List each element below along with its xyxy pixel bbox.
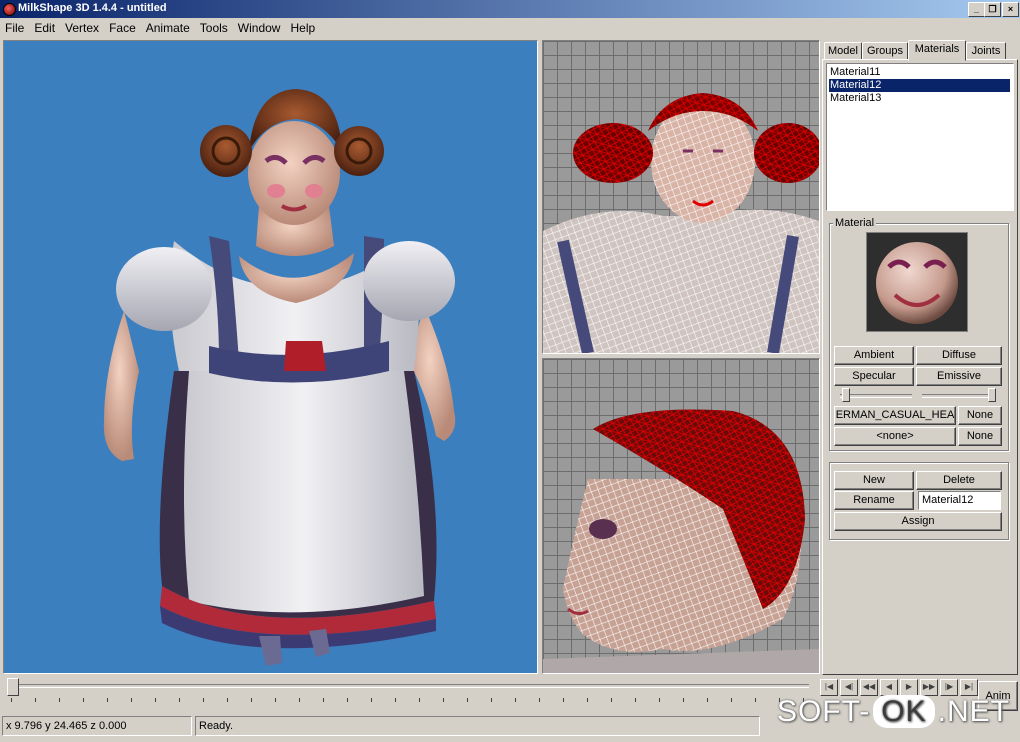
app-icon[interactable] xyxy=(3,3,16,16)
texture-sphere-preview xyxy=(876,242,958,324)
tab-joints[interactable]: Joints xyxy=(966,42,1006,60)
emissive-button[interactable]: Emissive xyxy=(916,367,1002,386)
maximize-button[interactable]: ❐ xyxy=(984,2,1001,17)
new-material-button[interactable]: New xyxy=(834,471,914,490)
first-frame-icon[interactable]: |◀ xyxy=(820,679,838,696)
viewport-front-wireframe[interactable] xyxy=(542,40,820,354)
watermark-mid: OK xyxy=(873,695,935,728)
watermark-logo: SOFT- OK .NET xyxy=(777,695,1010,729)
menu-file[interactable]: File xyxy=(0,18,29,35)
menu-bar: File Edit Vertex Face Animate Tools Window Help xyxy=(0,18,1020,38)
watermark-left: SOFT- xyxy=(776,695,871,728)
texture-button[interactable]: ERMAN_CASUAL_HEA xyxy=(834,406,956,425)
viewport-side-wireframe[interactable] xyxy=(542,358,820,674)
list-item[interactable]: Material13 xyxy=(829,92,1010,105)
watermark-right: .NET xyxy=(937,695,1010,728)
timeline-thumb[interactable] xyxy=(7,678,19,696)
delete-material-button[interactable]: Delete xyxy=(916,471,1002,490)
diffuse-button[interactable]: Diffuse xyxy=(916,346,1002,365)
close-button[interactable]: × xyxy=(1002,2,1019,17)
menu-edit[interactable]: Edit xyxy=(29,18,60,35)
menu-animate[interactable]: Animate xyxy=(141,18,195,35)
tab-model[interactable]: Model xyxy=(824,42,862,60)
menu-face[interactable]: Face xyxy=(104,18,141,35)
prev-icon[interactable]: ◀ xyxy=(880,679,898,696)
next-icon[interactable]: ▶▶ xyxy=(920,679,938,696)
status-message: Ready. xyxy=(195,716,760,736)
shininess-slider[interactable] xyxy=(840,387,912,403)
coordinates-readout: x 9.796 y 24.465 z 0.000 xyxy=(2,716,192,736)
tab-materials[interactable]: Materials xyxy=(908,40,966,61)
menu-tools[interactable]: Tools xyxy=(195,18,233,35)
transparency-slider[interactable] xyxy=(922,387,996,403)
material-name-input[interactable]: Material12 xyxy=(918,491,1001,510)
last-frame-icon[interactable]: ▶| xyxy=(960,679,978,696)
minimize-button[interactable]: _ xyxy=(968,2,985,17)
panel-tabs: Model Groups Materials Joints xyxy=(822,40,1018,61)
prev-key-icon[interactable]: ◀| xyxy=(840,679,858,696)
slider-thumb[interactable] xyxy=(842,388,850,402)
character-model-render xyxy=(103,89,456,666)
list-item[interactable]: Material11 xyxy=(829,66,1010,79)
viewport-3d[interactable] xyxy=(3,40,538,674)
rename-material-button[interactable]: Rename xyxy=(834,491,914,510)
alpha-texture-none-button[interactable]: None xyxy=(958,427,1002,446)
slider-thumb[interactable] xyxy=(988,388,996,402)
material-list[interactable]: Material11 Material12 Material13 xyxy=(826,63,1014,211)
menu-window[interactable]: Window xyxy=(233,18,286,35)
alpha-texture-button[interactable]: <none> xyxy=(834,427,956,446)
material-preview xyxy=(866,232,968,332)
menu-help[interactable]: Help xyxy=(285,18,320,35)
texture-none-button[interactable]: None xyxy=(958,406,1002,425)
specular-button[interactable]: Specular xyxy=(834,367,914,386)
material-group-label: Material xyxy=(833,217,877,229)
prev-frame-icon[interactable]: ◀◀ xyxy=(860,679,878,696)
list-item-selected[interactable]: Material12 xyxy=(829,79,1010,92)
title-bar: MilkShape 3D 1.4.4 - untitled _ ❐ × xyxy=(0,0,1020,18)
assign-material-button[interactable]: Assign xyxy=(834,512,1002,531)
tab-groups[interactable]: Groups xyxy=(862,42,908,60)
ambient-button[interactable]: Ambient xyxy=(834,346,914,365)
front-wireframe-render xyxy=(543,93,819,353)
window-title: MilkShape 3D 1.4.4 - untitled xyxy=(18,2,167,14)
side-wireframe-render xyxy=(543,409,819,673)
next-key-icon[interactable]: |▶ xyxy=(940,679,958,696)
play-icon[interactable]: ▶ xyxy=(900,679,918,696)
menu-vertex[interactable]: Vertex xyxy=(60,18,104,35)
animation-timeline[interactable] xyxy=(3,676,813,714)
